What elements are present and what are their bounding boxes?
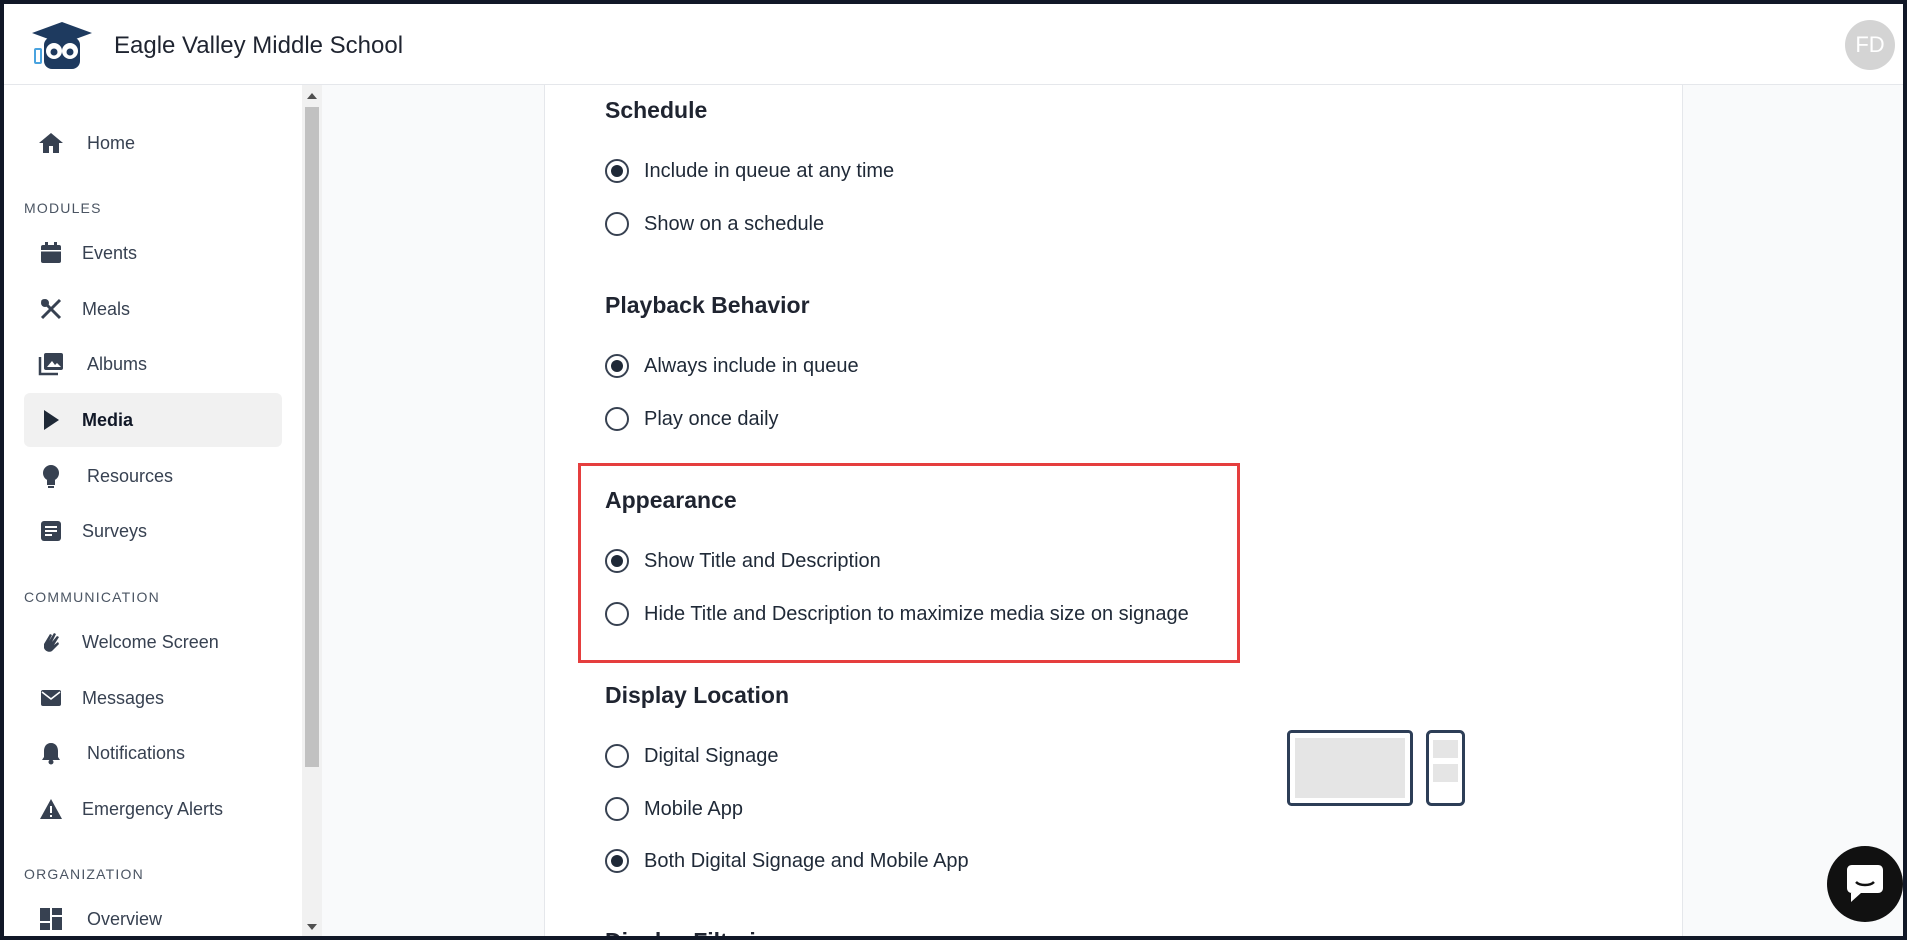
radio-hide-title-description[interactable]: Hide Title and Description to maximize m… xyxy=(605,602,1189,626)
radio-label: Mobile App xyxy=(644,797,743,820)
sidebar-item-emergency-alerts[interactable]: Emergency Alerts xyxy=(24,782,282,836)
sidebar-item-label: Messages xyxy=(82,687,165,708)
display-filtering-title: Display Filtering xyxy=(605,928,784,936)
radio-both-signage-mobile[interactable]: Both Digital Signage and Mobile App xyxy=(605,849,969,873)
sidebar-item-label: Events xyxy=(82,242,138,263)
sidebar-item-meals[interactable]: Meals xyxy=(24,282,282,336)
sidebar-item-surveys[interactable]: Surveys xyxy=(24,504,282,558)
chat-support-button[interactable] xyxy=(1827,846,1903,922)
section-label-modules: MODULES xyxy=(24,200,102,216)
sidebar-item-label: Emergency Alerts xyxy=(82,798,224,819)
section-label-communication: COMMUNICATION xyxy=(24,589,160,605)
sidebar-item-resources[interactable]: Resources xyxy=(24,449,282,503)
radio-button[interactable] xyxy=(605,354,629,378)
sidebar-item-label: Meals xyxy=(82,298,131,319)
radio-digital-signage[interactable]: Digital Signage xyxy=(605,744,779,768)
calendar-icon xyxy=(36,238,66,268)
sidebar-item-notifications[interactable]: Notifications xyxy=(24,726,282,780)
utensils-icon xyxy=(36,294,66,324)
sidebar-item-albums[interactable]: Albums xyxy=(24,337,282,391)
radio-label: Include in queue at any time xyxy=(644,159,895,182)
radio-include-any-time[interactable]: Include in queue at any time xyxy=(605,159,894,183)
section-label-organization: ORGANIZATION xyxy=(24,866,144,882)
radio-label: Show on a schedule xyxy=(644,212,825,235)
sidebar-item-label: Resources xyxy=(87,465,174,486)
sidebar-item-media[interactable]: Media xyxy=(24,393,282,447)
signage-and-mobile-devices-icon xyxy=(1287,730,1465,806)
radio-button[interactable] xyxy=(605,602,629,626)
sidebar-item-overview[interactable]: Overview xyxy=(24,892,282,936)
envelope-icon xyxy=(36,683,66,713)
radio-label: Play once daily xyxy=(644,407,779,430)
chat-icon xyxy=(1847,865,1883,902)
sidebar-item-label: Surveys xyxy=(82,520,148,541)
sidebar: Home MODULES Events Meals Albums Media R… xyxy=(4,85,302,936)
sidebar-item-events[interactable]: Events xyxy=(24,226,282,280)
radio-button[interactable] xyxy=(605,212,629,236)
sidebar-item-label: Media xyxy=(82,409,134,430)
school-owl-logo-icon xyxy=(32,22,92,69)
photo-album-icon xyxy=(36,349,66,379)
dashboard-icon xyxy=(36,904,66,934)
sidebar-scrollbar[interactable] xyxy=(302,85,322,936)
radio-button[interactable] xyxy=(605,797,629,821)
radio-mobile-app[interactable]: Mobile App xyxy=(605,797,743,821)
survey-form-icon xyxy=(36,516,66,546)
scroll-down-arrow-icon[interactable] xyxy=(307,924,317,930)
radio-label: Always include in queue xyxy=(644,354,859,377)
radio-label: Show Title and Description xyxy=(644,549,881,572)
sidebar-item-welcome-screen[interactable]: Welcome Screen xyxy=(24,615,282,669)
radio-button[interactable] xyxy=(605,849,629,873)
schedule-title: Schedule xyxy=(605,97,708,123)
user-avatar[interactable]: FD xyxy=(1845,20,1895,70)
playback-behavior-title: Playback Behavior xyxy=(605,292,810,318)
radio-label: Both Digital Signage and Mobile App xyxy=(644,849,969,872)
radio-always-include[interactable]: Always include in queue xyxy=(605,354,859,378)
lightbulb-icon xyxy=(36,461,66,491)
main-content: Schedule Include in queue at any time Sh… xyxy=(322,85,1903,936)
top-header: Eagle Valley Middle School FD xyxy=(4,4,1903,85)
radio-button[interactable] xyxy=(605,744,629,768)
sidebar-item-label: Overview xyxy=(87,908,163,929)
display-location-title: Display Location xyxy=(605,682,790,708)
play-icon xyxy=(36,405,66,435)
radio-label: Digital Signage xyxy=(644,744,779,767)
bell-icon xyxy=(36,738,66,768)
appearance-title: Appearance xyxy=(605,487,737,513)
sidebar-item-home[interactable]: Home xyxy=(24,116,282,170)
scrollbar-thumb[interactable] xyxy=(305,107,319,767)
radio-button[interactable] xyxy=(605,407,629,431)
sidebar-item-label: Welcome Screen xyxy=(82,631,219,652)
media-settings-form: Schedule Include in queue at any time Sh… xyxy=(544,85,1683,936)
sidebar-item-messages[interactable]: Messages xyxy=(24,671,282,725)
sidebar-item-label: Notifications xyxy=(87,742,186,763)
home-icon xyxy=(36,128,66,158)
sidebar-item-label: Home xyxy=(87,132,136,153)
waving-hand-icon xyxy=(36,627,66,657)
radio-button[interactable] xyxy=(605,549,629,573)
radio-show-on-schedule[interactable]: Show on a schedule xyxy=(605,212,824,236)
sidebar-item-label: Albums xyxy=(87,353,148,374)
radio-button[interactable] xyxy=(605,159,629,183)
warning-icon xyxy=(36,794,66,824)
scroll-up-arrow-icon[interactable] xyxy=(307,93,317,99)
radio-label: Hide Title and Description to maximize m… xyxy=(644,602,1189,625)
radio-show-title-description[interactable]: Show Title and Description xyxy=(605,549,881,573)
school-name: Eagle Valley Middle School xyxy=(114,32,404,59)
radio-play-once-daily[interactable]: Play once daily xyxy=(605,407,779,431)
